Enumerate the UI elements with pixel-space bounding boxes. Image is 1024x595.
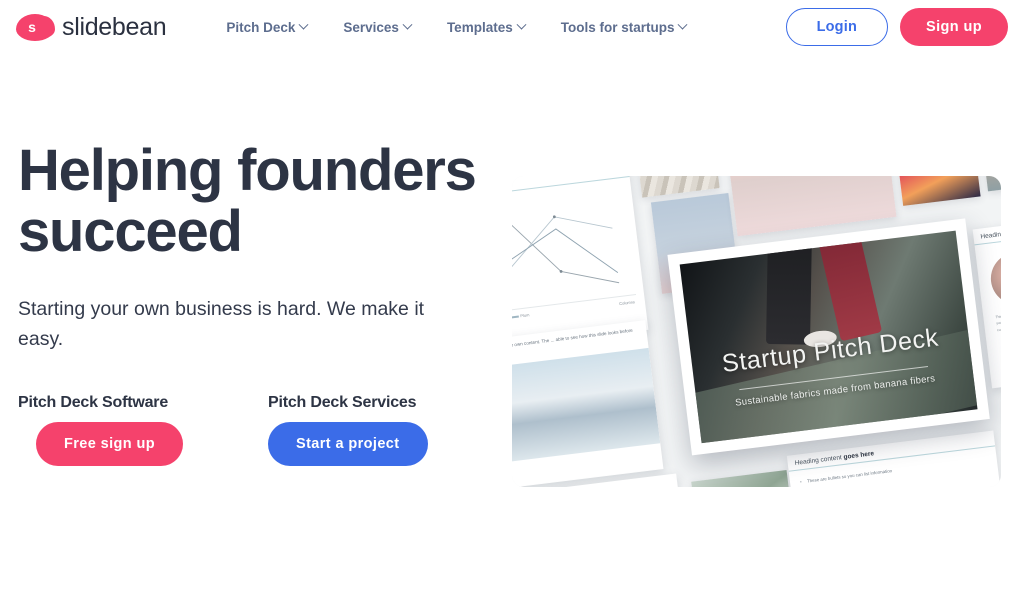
featured-slide-photo: Startup Pitch Deck Sustainable fabrics m…	[679, 230, 978, 444]
primary-nav: Pitch Deck Services Templates Tools for …	[208, 14, 704, 41]
nav-item-label: Templates	[446, 19, 513, 35]
login-button[interactable]: Login	[785, 8, 889, 46]
collage-canvas: here Apple Orange Plum	[512, 176, 1001, 487]
x-axis-label: Columns	[618, 299, 636, 307]
cta-label-pitch-deck-software: Pitch Deck Software	[18, 394, 169, 411]
chevron-down-icon	[516, 19, 527, 30]
nav-item-label: Tools for startups	[560, 19, 675, 35]
nav-actions: Login Sign up	[785, 8, 1008, 46]
collage-photo-beach	[723, 176, 897, 237]
top-navigation-bar: s slidebean Pitch Deck Services Template…	[0, 0, 1024, 54]
signup-button[interactable]: Sign up	[900, 8, 1008, 46]
logo-wordmark: slidebean	[62, 12, 167, 41]
nav-item-label: Pitch Deck	[226, 19, 296, 35]
logo-letter: s	[28, 19, 36, 35]
cta-group-services: Pitch Deck Services Start a project	[268, 394, 428, 466]
chevron-down-icon	[402, 19, 413, 30]
nav-item-templates[interactable]: Templates	[429, 14, 543, 41]
slide-heading: Heading content goes here	[972, 202, 1001, 246]
legend-item: Plum	[512, 312, 530, 319]
chevron-down-icon	[298, 19, 309, 30]
cta-row: Pitch Deck Software Free sign up Pitch D…	[18, 394, 488, 466]
leg-shape-red	[815, 230, 882, 341]
slidebean-bean-icon: s	[16, 13, 55, 41]
nav-item-label: Services	[343, 19, 399, 35]
nav-item-pitch-deck[interactable]: Pitch Deck	[208, 14, 325, 41]
collage-slide-cloud-text: ...that you can replace with your own co…	[512, 320, 664, 487]
cta-group-software: Pitch Deck Software Free sign up	[18, 394, 268, 466]
nav-item-services[interactable]: Services	[325, 14, 429, 41]
collage-photo-plant	[691, 470, 801, 487]
page-title: Helping founders succeed	[18, 138, 477, 264]
hero-text-block: Helping founders succeed Starting your o…	[18, 140, 488, 466]
hero-subtitle: Starting your own business is hard. We m…	[18, 298, 425, 350]
slide-photo-clouds	[512, 347, 661, 468]
circle-caption: This is a paragraph block that you can r…	[995, 310, 1001, 333]
slidebean-logo[interactable]: s slidebean	[16, 12, 167, 42]
hero-image-slide-collage: here Apple Orange Plum	[512, 176, 1001, 487]
collage-photo-neon	[889, 176, 981, 206]
collage-photo-fabric	[633, 176, 720, 198]
circle-photo-frog	[987, 249, 1001, 308]
start-a-project-button[interactable]: Start a project	[268, 422, 428, 466]
free-sign-up-button[interactable]: Free sign up	[36, 422, 184, 466]
landing-page: s slidebean Pitch Deck Services Template…	[0, 0, 1024, 595]
chevron-down-icon	[678, 19, 688, 30]
leg-shape-dark	[766, 240, 813, 346]
nav-item-tools-for-startups[interactable]: Tools for startups	[543, 14, 705, 41]
collage-slide-featured: Startup Pitch Deck Sustainable fabrics m…	[667, 218, 990, 456]
cta-label-pitch-deck-services: Pitch Deck Services	[268, 394, 417, 411]
